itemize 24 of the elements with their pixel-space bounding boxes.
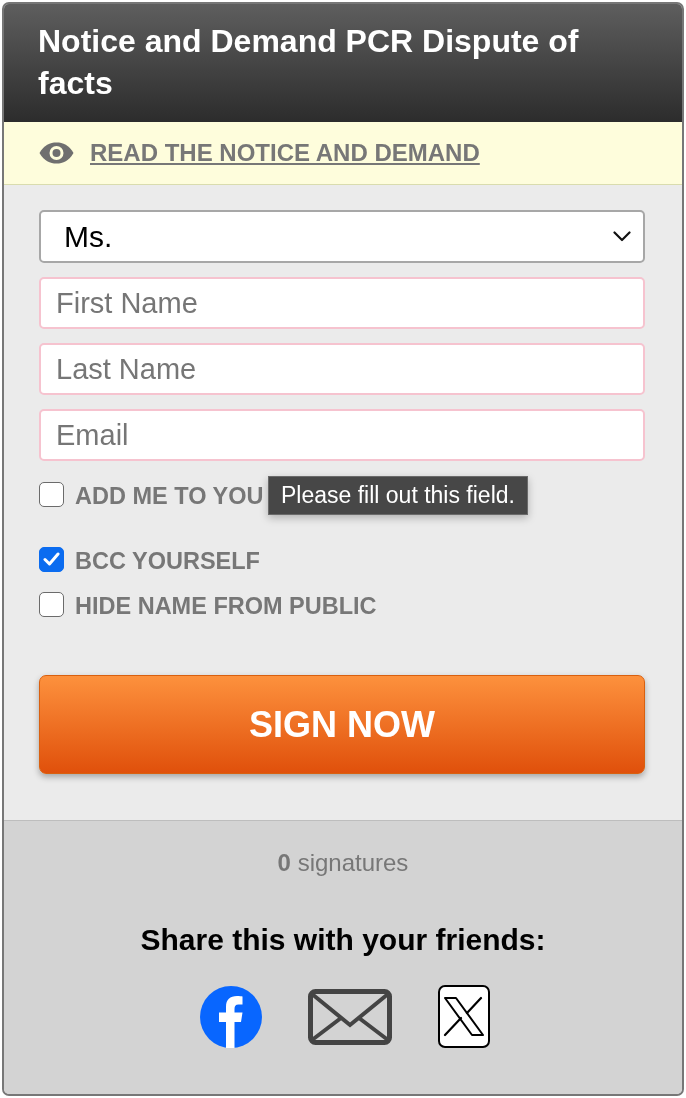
signature-count: 0 signatures xyxy=(277,849,409,877)
petition-title: Notice and Demand PCR Dispute of facts xyxy=(38,22,580,103)
checkbox-label: HIDE NAME FROM PUBLIC xyxy=(75,592,377,620)
facebook-share-link[interactable] xyxy=(199,985,262,1048)
share-heading: Share this with your friends: xyxy=(140,923,546,957)
text-field[interactable]: Last Name xyxy=(39,343,645,395)
text-field[interactable]: Email xyxy=(39,409,645,461)
checkbox-label: ADD ME TO YOU xyxy=(75,482,264,510)
eye-icon xyxy=(39,142,74,164)
salutation-select[interactable]: Ms. xyxy=(39,210,645,263)
email-share-link[interactable] xyxy=(307,988,392,1045)
sign-now-button[interactable]: SIGN NOW xyxy=(39,675,645,774)
checkbox[interactable] xyxy=(39,546,64,572)
x-logo-icon xyxy=(437,985,490,1048)
validation-tooltip: Please fill out this field. xyxy=(268,476,528,515)
checkbox-label: BCC YOURSELF xyxy=(75,547,260,575)
read-notice-link[interactable]: READ THE NOTICE AND DEMAND xyxy=(90,139,480,167)
checkbox[interactable] xyxy=(39,481,64,507)
checkbox[interactable] xyxy=(39,591,64,617)
envelope-icon xyxy=(307,988,392,1045)
text-field[interactable]: First Name xyxy=(39,277,645,329)
x-share-link[interactable] xyxy=(437,985,490,1048)
chevron-down-icon xyxy=(613,231,631,242)
facebook-icon xyxy=(199,985,262,1048)
